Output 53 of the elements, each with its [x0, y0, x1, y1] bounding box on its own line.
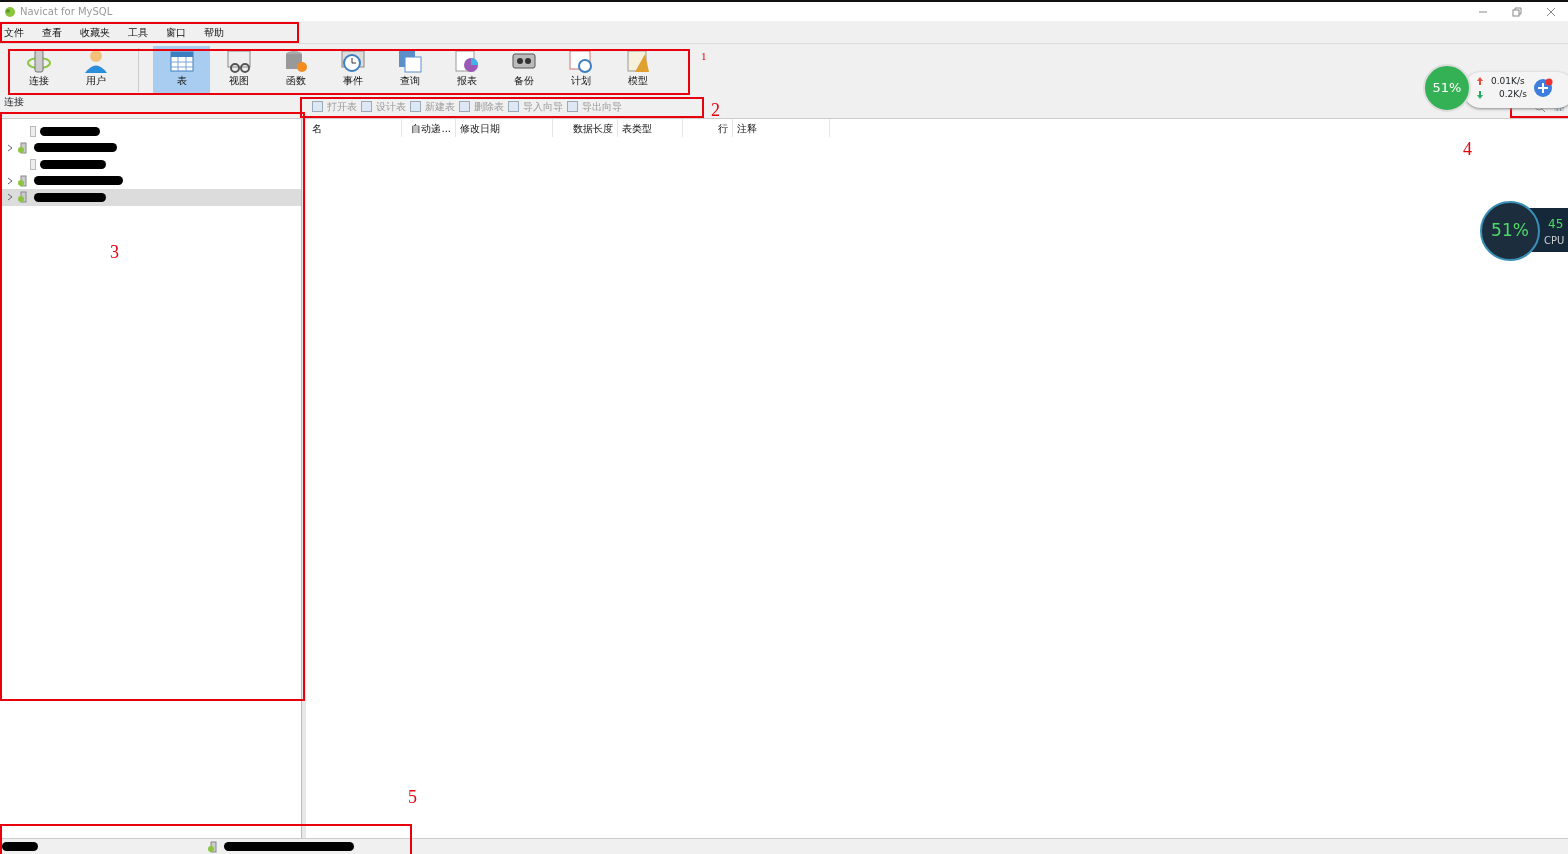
redaction-mark [2, 842, 38, 851]
menu-item[interactable]: 工具 [124, 24, 148, 40]
column-header[interactable]: 注释 [733, 119, 830, 137]
toolbar-button[interactable]: 表 [153, 45, 210, 94]
table-icon [459, 101, 470, 112]
annotation-number: 1 [701, 51, 707, 62]
annotation-number: 2 [711, 101, 720, 119]
cpu-label: CPU [1544, 234, 1565, 248]
table-icon [312, 101, 323, 112]
tree-item[interactable] [0, 189, 301, 206]
annotation-number: 4 [1463, 140, 1472, 158]
column-header[interactable]: 行 [683, 119, 733, 137]
table-icon [508, 101, 519, 112]
panel-title: 连接 [3, 96, 25, 107]
table-icon [361, 101, 372, 112]
arrow-up-icon [1477, 77, 1483, 86]
column-header[interactable]: 修改日期 [456, 119, 553, 137]
column-header[interactable]: 数据长度 [553, 119, 618, 137]
connection-icon [18, 174, 30, 187]
redaction-mark [40, 159, 106, 169]
menu-item[interactable]: 文件 [0, 24, 24, 40]
arrow-down-icon [1477, 90, 1483, 99]
close-icon [1546, 6, 1556, 17]
menu-item[interactable]: 窗口 [162, 24, 186, 40]
download-speed: 0.2K/s [1499, 88, 1527, 101]
menu-item[interactable]: 收藏夹 [76, 24, 110, 40]
toolbar-button[interactable]: 用户 [67, 45, 124, 94]
column-header[interactable]: 名 [308, 119, 402, 137]
annotation-number: 3 [110, 243, 119, 261]
server-icon [30, 125, 36, 137]
upload-speed: 0.01K/s [1491, 74, 1525, 88]
connection-icon [18, 141, 30, 154]
toolbar-button[interactable]: 备份 [495, 45, 552, 94]
table-icon [410, 101, 421, 112]
toolbar-button[interactable]: 视图 [210, 45, 267, 94]
temperature-reading: 45 [1548, 216, 1564, 233]
app-logo-icon [4, 5, 16, 18]
server-icon [30, 158, 36, 170]
toolbar-button[interactable]: 连接 [10, 45, 67, 94]
restore-icon [1512, 6, 1522, 17]
column-header[interactable]: 表类型 [618, 119, 683, 137]
window-title: Navicat for MySQL [20, 5, 113, 19]
menu-item[interactable]: 帮助 [200, 24, 224, 40]
annotation-number: 5 [408, 788, 417, 806]
table-icon [567, 101, 578, 112]
chevron-icon [6, 143, 14, 152]
redaction-mark [40, 126, 100, 136]
menu-item[interactable]: 查看 [38, 24, 62, 40]
redaction-mark [34, 192, 106, 202]
column-header[interactable]: 自动递... [402, 119, 456, 137]
cpu-gauge: 51% [1480, 201, 1540, 261]
connection-icon [18, 191, 30, 204]
plus-icon [1532, 78, 1553, 98]
